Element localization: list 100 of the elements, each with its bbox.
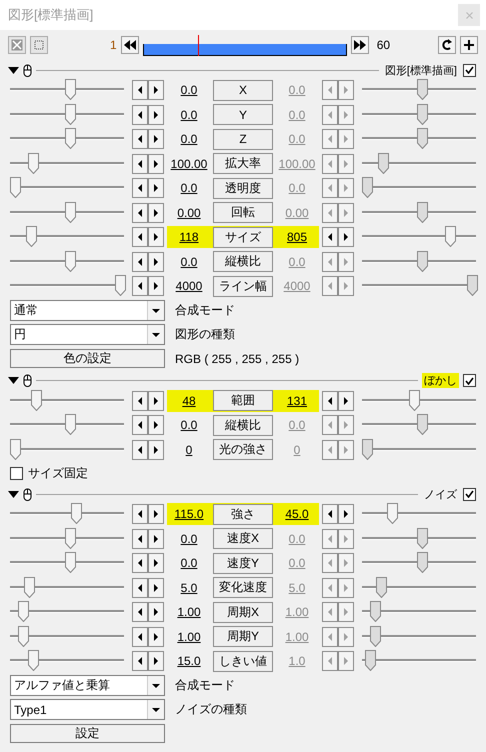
- parameter-button[interactable]: 周期Y: [213, 626, 273, 648]
- rewind-button[interactable]: [120, 36, 139, 54]
- start-value[interactable]: 0.0: [167, 254, 211, 269]
- collapse-triangle-icon[interactable]: [8, 64, 19, 76]
- slider-thumb[interactable]: [409, 390, 420, 411]
- decrement-button[interactable]: [322, 227, 338, 248]
- increment-button[interactable]: [148, 626, 164, 647]
- decrement-button[interactable]: [132, 626, 148, 647]
- slider-thumb[interactable]: [24, 576, 35, 598]
- start-value[interactable]: 1.00: [167, 630, 211, 644]
- start-value[interactable]: 0.0: [167, 83, 211, 98]
- start-value[interactable]: 0: [167, 442, 211, 457]
- decrement-button[interactable]: [132, 154, 148, 174]
- slider-thumb[interactable]: [416, 528, 428, 549]
- increment-button[interactable]: [148, 415, 164, 436]
- decrement-button[interactable]: [132, 528, 148, 549]
- start-value[interactable]: 0.0: [167, 108, 211, 122]
- checkbox[interactable]: [463, 488, 476, 500]
- increment-button[interactable]: [148, 528, 164, 549]
- slider-thumb[interactable]: [376, 576, 387, 598]
- parameter-button[interactable]: 速度Y: [213, 552, 273, 574]
- parameter-button[interactable]: しきい値: [213, 650, 273, 672]
- start-value[interactable]: 0.0: [167, 556, 211, 570]
- parameter-button[interactable]: 範囲: [213, 390, 273, 412]
- increment-button[interactable]: [148, 80, 164, 100]
- fast-forward-button[interactable]: [350, 36, 369, 54]
- start-value[interactable]: 0.00: [167, 206, 211, 220]
- parameter-button[interactable]: X: [213, 80, 273, 101]
- increment-button[interactable]: [148, 129, 164, 150]
- slider-thumb[interactable]: [365, 650, 376, 672]
- increment-button[interactable]: [148, 578, 164, 598]
- slider-thumb[interactable]: [115, 275, 126, 296]
- decrement-button[interactable]: [322, 390, 338, 411]
- slider-thumb[interactable]: [416, 202, 428, 223]
- slider-thumb[interactable]: [26, 226, 37, 248]
- decrement-button[interactable]: [132, 504, 148, 524]
- slider-thumb[interactable]: [370, 626, 382, 647]
- increment-button[interactable]: [148, 504, 164, 524]
- slider-thumb[interactable]: [370, 601, 382, 622]
- increment-button[interactable]: [148, 553, 164, 574]
- increment-button[interactable]: [148, 390, 164, 411]
- start-value[interactable]: 0.0: [167, 181, 211, 196]
- decrement-button[interactable]: [132, 602, 148, 622]
- slider-thumb[interactable]: [416, 414, 428, 436]
- slider-thumb[interactable]: [416, 79, 428, 100]
- slider-thumb[interactable]: [10, 177, 21, 198]
- start-value[interactable]: 0.0: [167, 132, 211, 146]
- dropdown[interactable]: 通常: [10, 300, 165, 321]
- refresh-button[interactable]: [438, 36, 456, 54]
- slider-thumb[interactable]: [31, 390, 42, 411]
- start-value[interactable]: 115.0: [167, 507, 211, 522]
- start-value[interactable]: 0.0: [167, 532, 211, 546]
- increment-button[interactable]: [148, 440, 164, 460]
- decrement-button[interactable]: [132, 415, 148, 436]
- start-value[interactable]: 5.0: [167, 580, 211, 595]
- end-value[interactable]: 45.0: [275, 507, 319, 522]
- parameter-button[interactable]: 光の強さ: [213, 439, 273, 460]
- decrement-button[interactable]: [322, 504, 338, 524]
- end-value[interactable]: 805: [275, 230, 319, 244]
- decrement-button[interactable]: [132, 129, 148, 150]
- decrement-button[interactable]: [132, 80, 148, 100]
- slider-thumb[interactable]: [467, 275, 478, 296]
- slider-thumb[interactable]: [18, 601, 30, 622]
- collapse-triangle-icon[interactable]: [8, 375, 19, 386]
- slider-thumb[interactable]: [416, 552, 428, 574]
- dropdown[interactable]: 円: [10, 324, 165, 345]
- slider-thumb[interactable]: [64, 79, 76, 100]
- slider-thumb[interactable]: [387, 503, 398, 524]
- decrement-button[interactable]: [132, 651, 148, 672]
- decrement-button[interactable]: [132, 178, 148, 198]
- slider-thumb[interactable]: [362, 177, 373, 198]
- frame-icon[interactable]: [30, 36, 48, 54]
- increment-button[interactable]: [148, 252, 164, 272]
- decrement-button[interactable]: [132, 553, 148, 574]
- start-value[interactable]: 118: [167, 230, 211, 244]
- settings-button[interactable]: 設定: [10, 724, 165, 743]
- slider-thumb[interactable]: [416, 250, 428, 272]
- start-value[interactable]: 15.0: [167, 654, 211, 668]
- decrement-button[interactable]: [132, 252, 148, 272]
- start-value[interactable]: 48: [167, 394, 211, 408]
- slider-thumb[interactable]: [444, 226, 456, 248]
- increment-button[interactable]: [148, 154, 164, 174]
- parameter-button[interactable]: 強さ: [213, 504, 273, 525]
- parameter-button[interactable]: 速度X: [213, 528, 273, 550]
- start-value[interactable]: 0.0: [167, 418, 211, 432]
- checkbox[interactable]: [10, 466, 23, 480]
- slider-thumb[interactable]: [64, 128, 76, 150]
- decrement-button[interactable]: [132, 202, 148, 223]
- parameter-button[interactable]: Z: [213, 128, 273, 150]
- parameter-button[interactable]: 縦横比: [213, 251, 273, 272]
- increment-button[interactable]: [148, 202, 164, 223]
- slider-thumb[interactable]: [416, 104, 428, 125]
- checkbox[interactable]: [463, 64, 476, 76]
- slider-thumb[interactable]: [64, 104, 76, 125]
- increment-button[interactable]: [338, 390, 354, 411]
- dropdown[interactable]: Type1: [10, 699, 165, 720]
- collapse-triangle-icon[interactable]: [8, 488, 19, 500]
- slider-thumb[interactable]: [64, 414, 76, 436]
- increment-button[interactable]: [148, 227, 164, 248]
- parameter-button[interactable]: 変化速度: [213, 577, 273, 598]
